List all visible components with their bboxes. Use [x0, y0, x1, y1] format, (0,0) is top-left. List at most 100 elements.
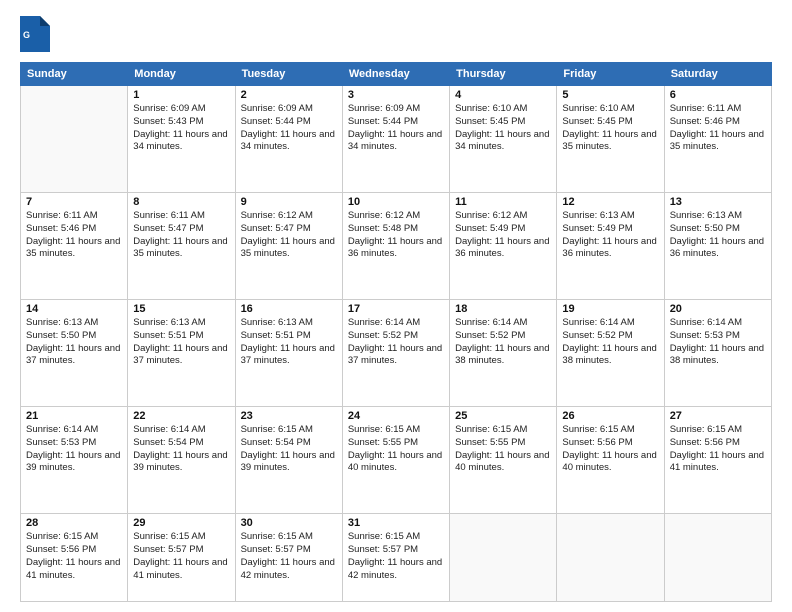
day-info: Sunrise: 6:14 AMSunset: 5:52 PMDaylight:… [562, 317, 658, 368]
day-number: 28 [26, 517, 122, 529]
day-info: Sunrise: 6:13 AMSunset: 5:49 PMDaylight:… [562, 210, 658, 261]
day-number: 24 [348, 410, 444, 422]
day-number: 25 [455, 410, 551, 422]
day-info: Sunrise: 6:13 AMSunset: 5:51 PMDaylight:… [133, 317, 229, 368]
day-number: 18 [455, 303, 551, 315]
calendar-cell: 27 Sunrise: 6:15 AMSunset: 5:56 PMDayligh… [664, 407, 771, 514]
calendar-week-row: 28Sunrise: 6:15 AMSunset: 5:56 PMDayligh… [21, 514, 772, 602]
day-info: Sunrise: 6:13 AMSunset: 5:50 PMDaylight:… [670, 210, 766, 261]
day-number: 22 [133, 410, 229, 422]
calendar-cell: 29 Sunrise: 6:15 AMSunset: 5:57 PMDayligh… [128, 514, 235, 602]
logo-icon: G [20, 16, 50, 52]
day-info: Sunrise: 6:11 AMSunset: 5:46 PMDaylight:… [26, 210, 122, 261]
day-number: 3 [348, 89, 444, 101]
day-info: Sunrise: 6:15 AMSunset: 5:57 PMDaylight:… [241, 531, 337, 582]
calendar-cell: 25 Sunrise: 6:15 AMSunset: 5:55 PMDayligh… [450, 407, 557, 514]
day-info: Sunrise: 6:14 AMSunset: 5:54 PMDaylight:… [133, 424, 229, 475]
day-info: Sunrise: 6:09 AMSunset: 5:43 PMDaylight:… [133, 103, 229, 154]
day-number: 17 [348, 303, 444, 315]
day-number: 15 [133, 303, 229, 315]
calendar-header-row: SundayMondayTuesdayWednesdayThursdayFrid… [21, 63, 772, 86]
calendar-cell: 15 Sunrise: 6:13 AMSunset: 5:51 PMDayligh… [128, 300, 235, 407]
day-info: Sunrise: 6:14 AMSunset: 5:53 PMDaylight:… [26, 424, 122, 475]
calendar-cell: 24Sunrise: 6:15 AMSunset: 5:55 PMDayligh… [342, 407, 449, 514]
calendar-cell [450, 514, 557, 602]
day-info: Sunrise: 6:15 AMSunset: 5:57 PMDaylight:… [348, 531, 444, 582]
calendar-cell: 13 Sunrise: 6:13 AMSunset: 5:50 PMDayligh… [664, 193, 771, 300]
day-number: 14 [26, 303, 122, 315]
day-info: Sunrise: 6:12 AMSunset: 5:47 PMDaylight:… [241, 210, 337, 261]
calendar-cell: 11 Sunrise: 6:12 AMSunset: 5:49 PMDayligh… [450, 193, 557, 300]
col-header-friday: Friday [557, 63, 664, 86]
page: G SundayMondayTuesdayWednesdayThursdayFr… [0, 0, 792, 612]
col-header-monday: Monday [128, 63, 235, 86]
day-info: Sunrise: 6:09 AMSunset: 5:44 PMDaylight:… [348, 103, 444, 154]
day-info: Sunrise: 6:15 AMSunset: 5:56 PMDaylight:… [670, 424, 766, 475]
day-number: 20 [670, 303, 766, 315]
day-number: 21 [26, 410, 122, 422]
col-header-sunday: Sunday [21, 63, 128, 86]
col-header-tuesday: Tuesday [235, 63, 342, 86]
day-info: Sunrise: 6:13 AMSunset: 5:50 PMDaylight:… [26, 317, 122, 368]
calendar-table: SundayMondayTuesdayWednesdayThursdayFrid… [20, 62, 772, 602]
calendar-cell: 28Sunrise: 6:15 AMSunset: 5:56 PMDayligh… [21, 514, 128, 602]
day-number: 27 [670, 410, 766, 422]
calendar-cell: 22 Sunrise: 6:14 AMSunset: 5:54 PMDayligh… [128, 407, 235, 514]
col-header-wednesday: Wednesday [342, 63, 449, 86]
day-number: 9 [241, 196, 337, 208]
calendar-cell: 1 Sunrise: 6:09 AMSunset: 5:43 PMDaylight… [128, 86, 235, 193]
calendar-cell: 3 Sunrise: 6:09 AMSunset: 5:44 PMDaylight… [342, 86, 449, 193]
day-info: Sunrise: 6:12 AMSunset: 5:49 PMDaylight:… [455, 210, 551, 261]
day-info: Sunrise: 6:10 AMSunset: 5:45 PMDaylight:… [455, 103, 551, 154]
day-number: 7 [26, 196, 122, 208]
calendar-cell: 5 Sunrise: 6:10 AMSunset: 5:45 PMDaylight… [557, 86, 664, 193]
day-number: 11 [455, 196, 551, 208]
calendar-cell: 7 Sunrise: 6:11 AMSunset: 5:46 PMDaylight… [21, 193, 128, 300]
day-number: 26 [562, 410, 658, 422]
day-number: 12 [562, 196, 658, 208]
day-number: 8 [133, 196, 229, 208]
day-info: Sunrise: 6:12 AMSunset: 5:48 PMDaylight:… [348, 210, 444, 261]
day-info: Sunrise: 6:11 AMSunset: 5:46 PMDaylight:… [670, 103, 766, 154]
calendar-cell: 9 Sunrise: 6:12 AMSunset: 5:47 PMDaylight… [235, 193, 342, 300]
calendar-cell [557, 514, 664, 602]
calendar-cell: 21 Sunrise: 6:14 AMSunset: 5:53 PMDayligh… [21, 407, 128, 514]
col-header-thursday: Thursday [450, 63, 557, 86]
day-info: Sunrise: 6:15 AMSunset: 5:56 PMDaylight:… [562, 424, 658, 475]
calendar-cell: 30Sunrise: 6:15 AMSunset: 5:57 PMDayligh… [235, 514, 342, 602]
day-info: Sunrise: 6:14 AMSunset: 5:52 PMDaylight:… [348, 317, 444, 368]
day-number: 19 [562, 303, 658, 315]
day-info: Sunrise: 6:14 AMSunset: 5:53 PMDaylight:… [670, 317, 766, 368]
day-number: 31 [348, 517, 444, 529]
day-number: 29 [133, 517, 229, 529]
day-number: 13 [670, 196, 766, 208]
logo: G [20, 16, 54, 52]
day-info: Sunrise: 6:10 AMSunset: 5:45 PMDaylight:… [562, 103, 658, 154]
day-info: Sunrise: 6:15 AMSunset: 5:54 PMDaylight:… [241, 424, 337, 475]
calendar-cell: 14 Sunrise: 6:13 AMSunset: 5:50 PMDayligh… [21, 300, 128, 407]
calendar-cell [664, 514, 771, 602]
day-number: 5 [562, 89, 658, 101]
calendar-week-row: 14 Sunrise: 6:13 AMSunset: 5:50 PMDayligh… [21, 300, 772, 407]
day-number: 2 [241, 89, 337, 101]
day-number: 10 [348, 196, 444, 208]
day-info: Sunrise: 6:15 AMSunset: 5:55 PMDaylight:… [455, 424, 551, 475]
calendar-cell: 4Sunrise: 6:10 AMSunset: 5:45 PMDaylight… [450, 86, 557, 193]
calendar-cell: 6Sunrise: 6:11 AMSunset: 5:46 PMDaylight… [664, 86, 771, 193]
day-info: Sunrise: 6:11 AMSunset: 5:47 PMDaylight:… [133, 210, 229, 261]
calendar-cell: 19 Sunrise: 6:14 AMSunset: 5:52 PMDayligh… [557, 300, 664, 407]
calendar-cell [21, 86, 128, 193]
svg-text:G: G [23, 30, 30, 40]
day-number: 1 [133, 89, 229, 101]
calendar-week-row: 1 Sunrise: 6:09 AMSunset: 5:43 PMDaylight… [21, 86, 772, 193]
calendar-cell: 8 Sunrise: 6:11 AMSunset: 5:47 PMDaylight… [128, 193, 235, 300]
calendar-cell: 31 Sunrise: 6:15 AMSunset: 5:57 PMDayligh… [342, 514, 449, 602]
calendar-cell: 18 Sunrise: 6:14 AMSunset: 5:52 PMDayligh… [450, 300, 557, 407]
col-header-saturday: Saturday [664, 63, 771, 86]
day-info: Sunrise: 6:15 AMSunset: 5:57 PMDaylight:… [133, 531, 229, 582]
calendar-cell: 23Sunrise: 6:15 AMSunset: 5:54 PMDayligh… [235, 407, 342, 514]
day-info: Sunrise: 6:13 AMSunset: 5:51 PMDaylight:… [241, 317, 337, 368]
day-info: Sunrise: 6:14 AMSunset: 5:52 PMDaylight:… [455, 317, 551, 368]
calendar-cell: 26 Sunrise: 6:15 AMSunset: 5:56 PMDayligh… [557, 407, 664, 514]
calendar-cell: 10 Sunrise: 6:12 AMSunset: 5:48 PMDayligh… [342, 193, 449, 300]
